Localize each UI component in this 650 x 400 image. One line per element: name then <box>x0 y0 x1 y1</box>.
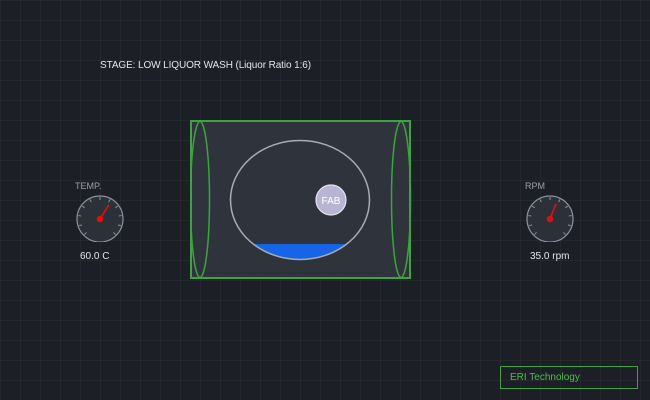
temperature-value: 60.0 C <box>80 251 110 262</box>
temperature-gauge: TEMP. 60.0 C <box>75 181 145 271</box>
fabric-label: FAB <box>322 196 341 207</box>
stage-label: STAGE: LOW LIQUOR WASH (Liquor Ratio 1:6… <box>100 60 311 71</box>
fabric-roll-icon: FAB <box>315 184 347 216</box>
company-name: ERI Technology <box>510 372 580 383</box>
company-box: ERI Technology <box>500 366 638 389</box>
rpm-needle-hub <box>546 215 554 223</box>
machine-drum: FAB <box>189 120 412 279</box>
temperature-dial-icon <box>76 195 124 242</box>
dyeing-machine: FAB <box>189 120 412 287</box>
rpm-value: 35.0 rpm <box>530 251 570 262</box>
rpm-gauge: RPM 35.0 rpm <box>525 181 595 271</box>
temperature-needle-hub <box>96 215 104 223</box>
rpm-dial-icon <box>526 195 574 242</box>
